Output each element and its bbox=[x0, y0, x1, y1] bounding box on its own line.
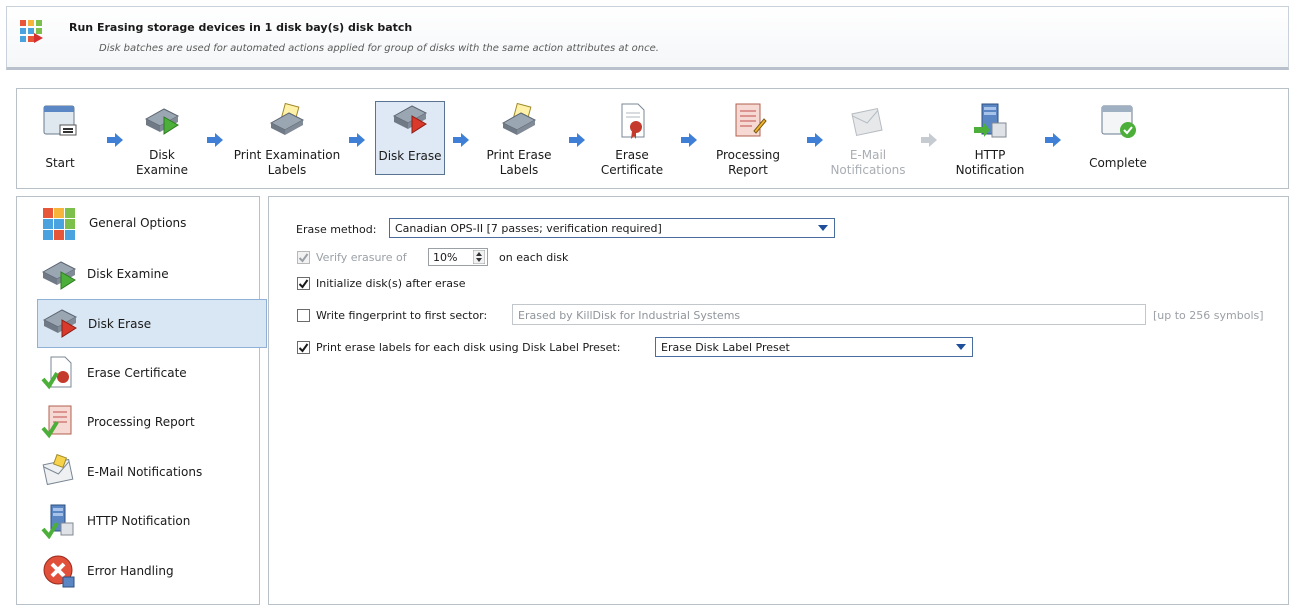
certificate-icon bbox=[621, 103, 645, 139]
disk-examine-icon bbox=[144, 108, 180, 135]
label-preset-value: Erase Disk Label Preset bbox=[661, 341, 790, 354]
sidebar-item-erase-certificate[interactable]: Erase Certificate bbox=[37, 349, 267, 398]
step-label: Erase Certificate bbox=[600, 148, 664, 177]
sidebar-item-label: Disk Examine bbox=[87, 267, 169, 281]
server-icon bbox=[974, 103, 1007, 138]
fingerprint-text-value: Erased by KillDisk for Industrial System… bbox=[518, 309, 741, 322]
write-fingerprint-label: Write fingerprint to first sector: bbox=[316, 309, 488, 322]
sidebar-item-disk-erase[interactable]: Disk Erase bbox=[37, 299, 267, 348]
initialize-after-erase-label: Initialize disk(s) after erase bbox=[316, 277, 466, 290]
step-http-notification[interactable]: HTTP Notification bbox=[947, 89, 1033, 188]
verify-erasure-label: Verify erasure of bbox=[316, 251, 407, 264]
chevron-down-icon[interactable] bbox=[812, 219, 834, 237]
window-start-icon bbox=[43, 105, 77, 136]
checkmark-icon bbox=[298, 343, 309, 353]
report-icon bbox=[735, 103, 767, 137]
disk-erase-icon bbox=[42, 309, 78, 338]
batch-header: Run Erasing storage devices in 1 disk ba… bbox=[6, 6, 1289, 70]
arrow-right-icon bbox=[207, 133, 223, 147]
report-icon bbox=[41, 405, 72, 439]
sidebar-item-label: Processing Report bbox=[87, 415, 195, 429]
sidebar-item-label: Erase Certificate bbox=[87, 366, 187, 380]
step-label: Start bbox=[45, 156, 75, 170]
step-disk-erase[interactable]: Disk Erase bbox=[375, 101, 445, 175]
sidebar-item-http-notification[interactable]: HTTP Notification bbox=[37, 497, 267, 546]
sidebar-item-label: HTTP Notification bbox=[87, 514, 191, 528]
step-label: Processing Report bbox=[715, 148, 781, 177]
step-start[interactable]: Start bbox=[35, 89, 85, 188]
step-disk-examine[interactable]: Disk Examine bbox=[127, 89, 197, 188]
step-print-examination-labels[interactable]: Print Examination Labels bbox=[227, 89, 347, 188]
verify-erasure-checkbox[interactable] bbox=[297, 251, 310, 264]
arrow-right-icon bbox=[807, 133, 823, 147]
erase-method-select[interactable]: Canadian OPS-II [7 passes; verification … bbox=[389, 218, 835, 238]
server-icon bbox=[41, 504, 74, 539]
options-sidebar: General Options Disk Examine Disk Erase … bbox=[16, 196, 267, 605]
label-printer-icon bbox=[501, 102, 537, 135]
write-fingerprint-checkbox[interactable] bbox=[297, 309, 310, 322]
window-complete-icon bbox=[1101, 105, 1136, 138]
arrow-right-icon bbox=[681, 133, 697, 147]
header-title: Run Erasing storage devices in 1 disk ba… bbox=[69, 21, 413, 34]
spinner-arrows-icon[interactable] bbox=[473, 250, 485, 264]
sidebar-item-label: General Options bbox=[89, 216, 187, 230]
verify-percent-value: 10% bbox=[433, 251, 458, 264]
step-label: Print Erase Labels bbox=[486, 148, 552, 177]
erase-method-value: Canadian OPS-II [7 passes; verification … bbox=[395, 222, 662, 235]
arrow-right-icon bbox=[921, 133, 937, 147]
step-label: Complete bbox=[1089, 156, 1147, 170]
fingerprint-text-field[interactable]: Erased by KillDisk for Industrial System… bbox=[512, 304, 1146, 325]
arrow-right-icon bbox=[107, 133, 123, 147]
sidebar-item-label: Error Handling bbox=[87, 564, 174, 578]
step-print-erase-labels[interactable]: Print Erase Labels bbox=[479, 89, 559, 188]
grid-icon bbox=[43, 208, 75, 240]
sidebar-item-error-handling[interactable]: Error Handling bbox=[37, 547, 267, 596]
sidebar-item-label: Disk Erase bbox=[88, 317, 152, 331]
step-email-notifications[interactable]: E-Mail Notifications bbox=[825, 89, 911, 188]
sidebar-item-disk-examine[interactable]: Disk Examine bbox=[37, 250, 267, 299]
disk-erase-icon bbox=[392, 105, 428, 134]
checkmark-icon bbox=[298, 253, 309, 263]
arrow-right-icon bbox=[1045, 133, 1061, 147]
initialize-after-erase-checkbox[interactable] bbox=[297, 277, 310, 290]
step-label: Print Examination Labels bbox=[233, 148, 341, 177]
arrow-right-icon bbox=[349, 133, 365, 147]
fingerprint-length-hint: [up to 256 symbols] bbox=[1153, 309, 1264, 322]
arrow-right-icon bbox=[453, 133, 469, 147]
email-icon bbox=[42, 454, 74, 486]
email-icon bbox=[851, 107, 883, 137]
step-label: Disk Erase bbox=[378, 149, 442, 163]
step-label: E-Mail Notifications bbox=[830, 148, 906, 177]
print-erase-labels-label: Print erase labels for each disk using D… bbox=[316, 341, 621, 354]
verify-erasure-suffix: on each disk bbox=[499, 251, 569, 264]
chevron-down-icon[interactable] bbox=[950, 338, 972, 356]
batch-grid-icon bbox=[20, 20, 43, 43]
step-label: Disk Examine bbox=[135, 148, 189, 177]
step-label: HTTP Notification bbox=[955, 148, 1025, 177]
print-erase-labels-checkbox[interactable] bbox=[297, 341, 310, 354]
verify-percent-spinner[interactable]: 10% bbox=[428, 248, 488, 266]
erase-method-label: Erase method: bbox=[296, 223, 377, 236]
label-printer-icon bbox=[269, 102, 305, 135]
disk-erase-options-panel: Erase method: Canadian OPS-II [7 passes;… bbox=[268, 196, 1289, 605]
sidebar-item-general-options[interactable]: General Options bbox=[37, 200, 267, 249]
wizard-steps: Start Disk Examine Print Examination Lab… bbox=[16, 88, 1289, 189]
checkmark-icon bbox=[298, 279, 309, 289]
sidebar-item-email-notifications[interactable]: E-Mail Notifications bbox=[37, 448, 267, 497]
sidebar-item-label: E-Mail Notifications bbox=[87, 465, 203, 479]
sidebar-item-processing-report[interactable]: Processing Report bbox=[37, 398, 267, 447]
label-preset-select[interactable]: Erase Disk Label Preset bbox=[655, 337, 973, 357]
step-processing-report[interactable]: Processing Report bbox=[705, 89, 791, 188]
step-complete[interactable]: Complete bbox=[1081, 89, 1155, 188]
arrow-right-icon bbox=[569, 133, 585, 147]
step-erase-certificate[interactable]: Erase Certificate bbox=[595, 89, 669, 188]
certificate-icon bbox=[41, 356, 72, 390]
error-icon bbox=[43, 555, 75, 588]
disk-examine-icon bbox=[41, 261, 77, 290]
header-subtitle: Disk batches are used for automated acti… bbox=[99, 43, 659, 54]
